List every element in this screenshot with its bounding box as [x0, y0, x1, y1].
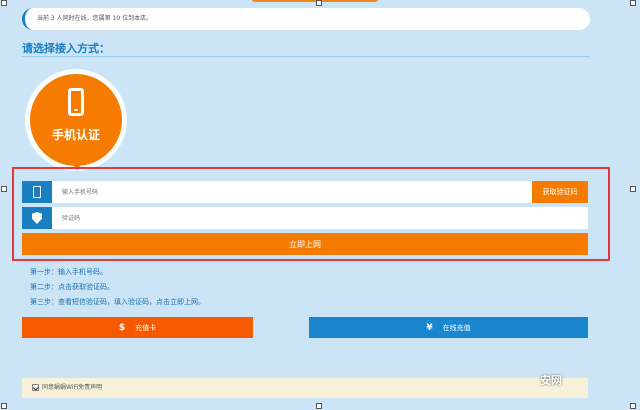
agreement-checkbox[interactable] — [32, 384, 39, 391]
resize-handle[interactable] — [316, 0, 322, 6]
section-divider — [22, 56, 590, 57]
step-2: 第二步：点击获取验证码。 — [30, 283, 114, 291]
resize-handle[interactable] — [630, 186, 636, 192]
resize-handle[interactable] — [630, 403, 636, 409]
phone-row — [22, 181, 588, 203]
step-3: 第三步：查看短信验证码，填入验证码，点击立即上网。 — [30, 298, 205, 306]
phone-auth-option[interactable]: 手机认证 — [30, 74, 122, 166]
watermark: 安网 — [540, 374, 562, 387]
yen-icon: ¥ — [426, 322, 433, 333]
online-notice: 当前 3 人同时在线，您属第 10 位到本店。 — [22, 8, 590, 30]
code-row — [22, 207, 588, 229]
online-recharge-label: 在线充值 — [442, 323, 471, 332]
recharge-card-label: 充值卡 — [135, 323, 157, 332]
page-title-fragment — [250, 0, 380, 2]
step-1: 第一步：输入手机号码。 — [30, 268, 107, 276]
agreement-label[interactable]: 同意蜗蜗WiFi免责声明 — [42, 384, 102, 391]
section-title: 请选择接入方式： — [22, 42, 110, 55]
get-code-button[interactable]: 获取验证码 — [532, 181, 588, 203]
resize-handle[interactable] — [316, 403, 322, 409]
phone-input[interactable] — [62, 184, 462, 200]
resize-handle[interactable] — [1, 186, 7, 192]
code-input[interactable] — [62, 210, 462, 226]
connect-now-button[interactable]: 立即上网 — [22, 233, 588, 255]
online-recharge-button[interactable]: ¥ 在线充值 — [309, 317, 588, 338]
shield-icon — [32, 212, 42, 224]
phone-auth-label: 手机认证 — [51, 128, 100, 142]
agreement-bar: 同意蜗蜗WiFi免责声明 — [22, 378, 588, 398]
resize-handle[interactable] — [1, 0, 7, 6]
resize-handle[interactable] — [630, 0, 636, 6]
phone-field-icon-box — [22, 181, 52, 203]
recharge-card-button[interactable]: $ 充值卡 — [22, 317, 253, 338]
code-field-icon-box — [22, 207, 52, 229]
phone-icon — [68, 88, 84, 116]
steps-list: 第一步：输入手机号码。 第二步：点击获取验证码。 第三步：查看短信验证码，填入验… — [30, 265, 205, 310]
resize-handle[interactable] — [1, 403, 7, 409]
dollar-icon: $ — [118, 322, 126, 333]
mobile-icon — [33, 186, 41, 198]
